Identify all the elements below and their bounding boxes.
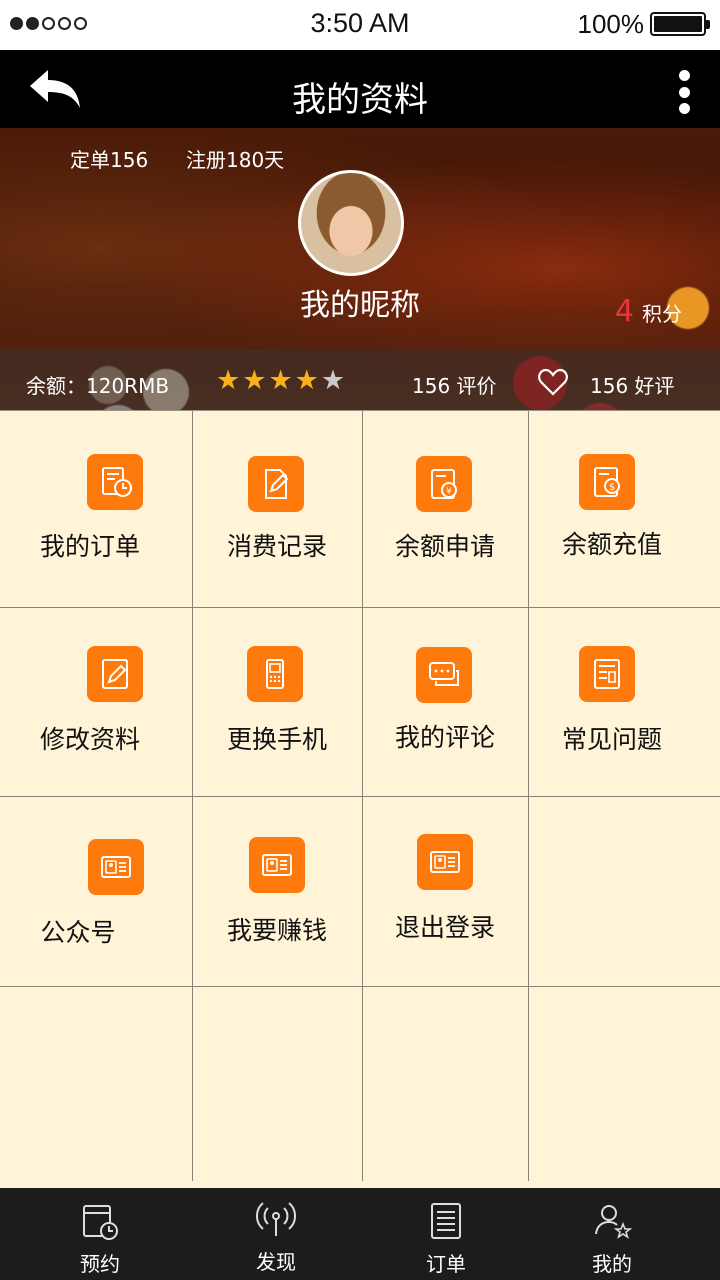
battery-percentage: 100% xyxy=(577,9,645,39)
edit-note-icon xyxy=(248,456,304,512)
tab-reservation[interactable]: 预约 xyxy=(10,1188,190,1280)
user-star-icon xyxy=(595,1205,632,1239)
menu-item-edit-profile[interactable]: 修改资料 xyxy=(0,607,192,796)
star-empty-icon: ★ xyxy=(320,365,346,396)
menu-item-label: 退出登录 xyxy=(394,913,495,942)
menu-item-official-account[interactable]: 公众号 xyxy=(0,796,192,986)
star-rating: ★ ★ ★ ★ ★ xyxy=(216,367,345,395)
menu-item-label: 余额充值 xyxy=(561,530,662,559)
menu-item-change-phone[interactable]: 更换手机 xyxy=(192,607,362,796)
edit-profile-icon xyxy=(87,646,143,702)
orders-count: 定单156 xyxy=(70,148,149,172)
more-menu-button[interactable] xyxy=(674,70,694,114)
tab-label: 预约 xyxy=(80,1252,120,1276)
status-bar: 3:50 AM 100% xyxy=(0,0,720,50)
points: 4 积分 xyxy=(615,294,682,329)
comment-icon xyxy=(416,647,472,703)
menu-item-label: 消费记录 xyxy=(226,532,327,561)
svg-text:$: $ xyxy=(609,482,615,493)
tab-mine[interactable]: 我的 xyxy=(522,1188,702,1280)
more-vertical-icon xyxy=(678,70,690,81)
menu-item-balance-recharge[interactable]: $ 余额充值 xyxy=(528,411,720,607)
list-doc-icon xyxy=(431,1203,461,1239)
tab-label: 发现 xyxy=(256,1250,296,1274)
id-card-icon xyxy=(417,834,473,890)
nickname: 我的昵称 xyxy=(300,288,420,323)
menu-item-label: 我的评论 xyxy=(394,723,495,752)
bottom-tab-bar: 预约 发现 订单 我的 xyxy=(0,1188,720,1280)
menu-item-balance-apply[interactable]: ¥ 余额申请 xyxy=(362,411,528,607)
star-icon: ★ xyxy=(242,365,267,396)
star-icon: ★ xyxy=(268,365,293,396)
menu-item-earn-money[interactable]: 我要赚钱 xyxy=(192,796,362,986)
battery-icon xyxy=(650,12,710,36)
menu-item-my-comments[interactable]: 我的评论 xyxy=(362,607,528,796)
page-title: 我的资料 xyxy=(292,80,428,120)
id-card-icon xyxy=(249,837,305,893)
dollar-doc-icon: $ xyxy=(579,454,635,510)
menu-grid: 我的订单 消费记录 ¥ 余额申请 $ 余额充值 修改资料 更换手机 我的评论 常… xyxy=(0,410,720,1181)
nav-bar: 我的资料 xyxy=(0,50,720,128)
heart-icon[interactable] xyxy=(538,368,568,396)
menu-item-label: 常见问题 xyxy=(561,725,662,754)
menu-item-label: 修改资料 xyxy=(39,725,140,754)
faq-icon xyxy=(579,646,635,702)
calendar-clock-icon xyxy=(83,1205,118,1240)
broadcast-icon xyxy=(256,1202,296,1236)
menu-item-logout[interactable]: 退出登录 xyxy=(362,796,528,986)
id-card-icon xyxy=(88,839,144,895)
tab-label: 订单 xyxy=(426,1252,466,1276)
profile-header: 定单156 注册180天 我的昵称 4 积分 余额：120RMB ★ ★ ★ ★ … xyxy=(0,128,720,410)
good-reviews-count[interactable]: 156 好评 xyxy=(590,370,675,399)
tab-discover[interactable]: 发现 xyxy=(186,1188,366,1280)
menu-item-faq[interactable]: 常见问题 xyxy=(528,607,720,796)
phone-icon xyxy=(247,646,303,702)
yuan-doc-icon: ¥ xyxy=(416,456,472,512)
avatar[interactable] xyxy=(298,170,404,276)
order-clock-icon xyxy=(87,454,143,510)
menu-item-label: 余额申请 xyxy=(394,532,495,561)
profile-info-bar: 余额：120RMB ★ ★ ★ ★ ★ 156 评价 156 好评 xyxy=(0,350,720,410)
reviews-count[interactable]: 156 评价 xyxy=(412,370,497,399)
svg-text:¥: ¥ xyxy=(446,487,452,497)
balance: 余额：120RMB xyxy=(26,374,170,398)
points-label: 积分 xyxy=(642,302,682,326)
points-value: 4 xyxy=(614,294,634,329)
star-icon: ★ xyxy=(294,365,319,396)
menu-item-label: 更换手机 xyxy=(226,725,327,754)
menu-item-label: 我要赚钱 xyxy=(226,916,327,945)
menu-item-spending-record[interactable]: 消费记录 xyxy=(192,411,362,607)
register-days: 注册180天 xyxy=(186,148,285,172)
menu-item-label: 我的订单 xyxy=(39,532,140,561)
menu-item-label: 公众号 xyxy=(40,918,116,947)
menu-item-my-orders[interactable]: 我的订单 xyxy=(0,411,192,607)
star-icon: ★ xyxy=(216,365,241,396)
tab-label: 我的 xyxy=(592,1252,632,1276)
tab-orders[interactable]: 订单 xyxy=(356,1188,536,1280)
